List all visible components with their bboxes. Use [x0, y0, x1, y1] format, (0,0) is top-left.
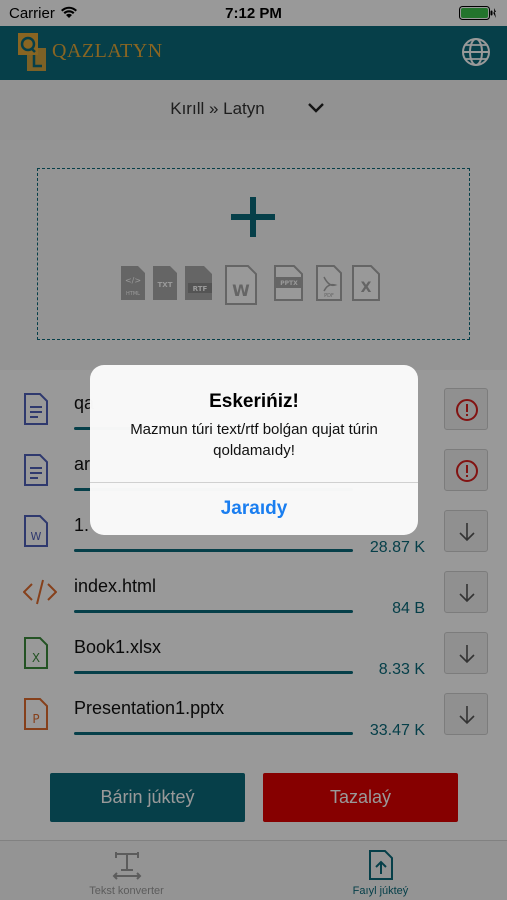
alert-title: Eskerińiz!	[209, 391, 299, 412]
alert-message: Mazmun túri text/rtf bolǵan qujat túrin …	[130, 421, 378, 459]
alert-ok-button[interactable]: Jaraıdy	[90, 483, 418, 535]
alert-dialog: Eskerińiz! Mazmun túri text/rtf bolǵan q…	[90, 365, 418, 535]
